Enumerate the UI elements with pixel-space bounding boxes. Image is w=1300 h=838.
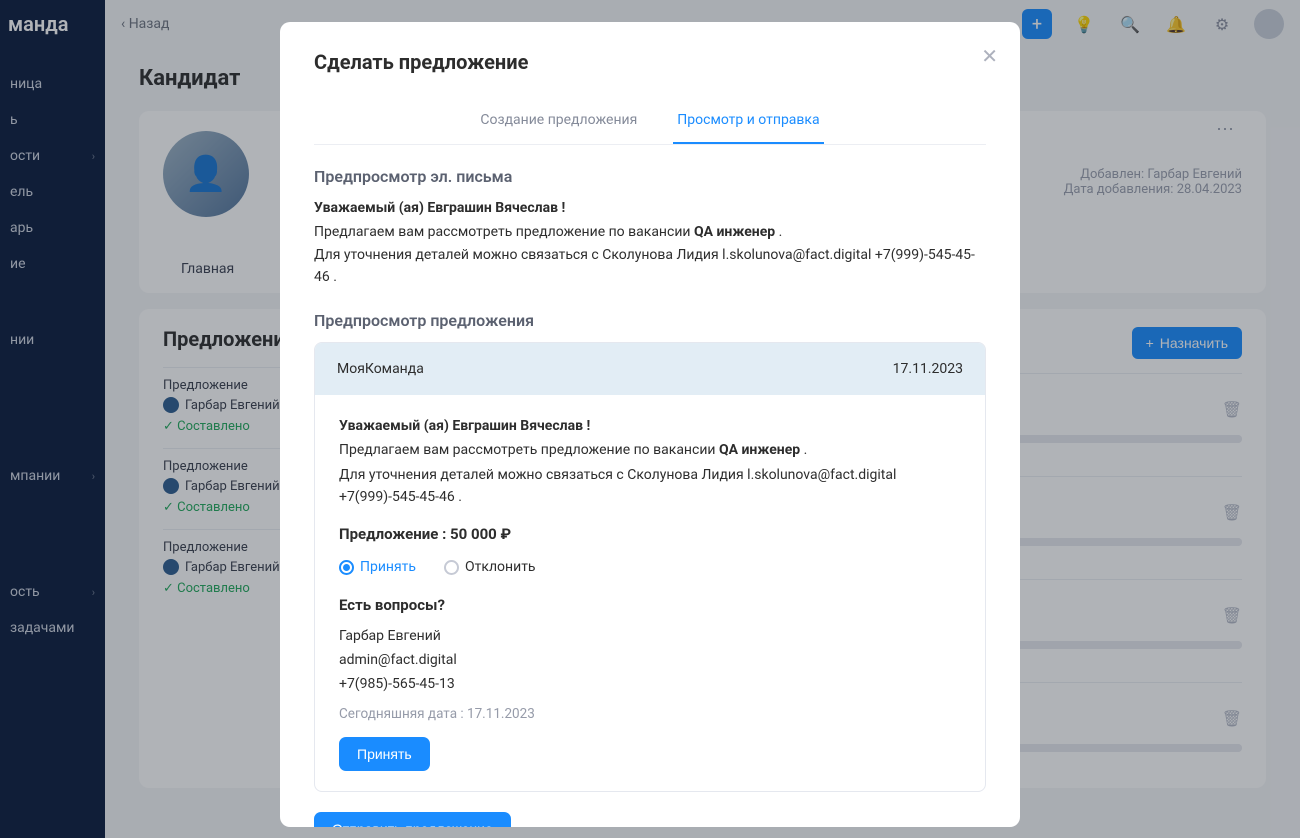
offer-card: МояКоманда 17.11.2023 Уважаемый (ая) Евг…	[314, 342, 986, 793]
close-icon[interactable]: ✕	[981, 44, 998, 68]
questions-name: Гарбар Евгений	[339, 625, 961, 647]
radio-decline-label: Отклонить	[465, 556, 536, 578]
email-line1-vacancy: QA инженер	[694, 224, 775, 240]
questions-phone: +7(985)-565-45-13	[339, 673, 961, 695]
offer-amount: Предложение : 50 000 ₽	[339, 522, 961, 546]
radio-icon	[444, 560, 459, 575]
email-line1-prefix: Предлагаем вам рассмотреть предложение п…	[314, 224, 694, 240]
accept-button[interactable]: Принять	[339, 737, 430, 771]
send-offer-button[interactable]: Отправить предложение	[314, 812, 511, 827]
offer-contact: Для уточнения деталей можно связаться с …	[339, 464, 961, 509]
email-preview: Уважаемый (ая) Евграшин Вячеслав ! Предл…	[314, 198, 986, 289]
radio-accept-label: Принять	[360, 556, 416, 578]
offer-brand: МояКоманда	[337, 361, 424, 377]
modal-overlay[interactable]: Сделать предложение ✕ Создание предложен…	[0, 0, 1300, 838]
email-line1-suffix: .	[775, 224, 782, 240]
offer-line1-suffix: .	[800, 442, 807, 458]
tab-create-offer[interactable]: Создание предложения	[476, 100, 641, 144]
offer-line1-prefix: Предлагаем вам рассмотреть предложение п…	[339, 442, 719, 458]
tab-review-send[interactable]: Просмотр и отправка	[673, 100, 823, 144]
email-greeting: Уважаемый (ая) Евграшин Вячеслав !	[314, 200, 565, 216]
modal-title: Сделать предложение	[314, 50, 986, 74]
radio-decline[interactable]: Отклонить	[444, 556, 536, 578]
questions-heading: Есть вопросы?	[339, 593, 961, 617]
email-preview-heading: Предпросмотр эл. письма	[314, 167, 986, 186]
radio-icon	[339, 560, 354, 575]
radio-accept[interactable]: Принять	[339, 556, 416, 578]
email-line2: Для уточнения деталей можно связаться с …	[314, 245, 986, 288]
offer-date: 17.11.2023	[893, 361, 963, 377]
offer-modal: Сделать предложение ✕ Создание предложен…	[280, 22, 1020, 827]
offer-line1-vacancy: QA инженер	[719, 442, 800, 458]
offer-greeting: Уважаемый (ая) Евграшин Вячеслав !	[339, 418, 590, 434]
today-date: Сегодняшняя дата : 17.11.2023	[339, 704, 961, 726]
offer-preview-heading: Предпросмотр предложения	[314, 311, 986, 330]
questions-email: admin@fact.digital	[339, 649, 961, 671]
